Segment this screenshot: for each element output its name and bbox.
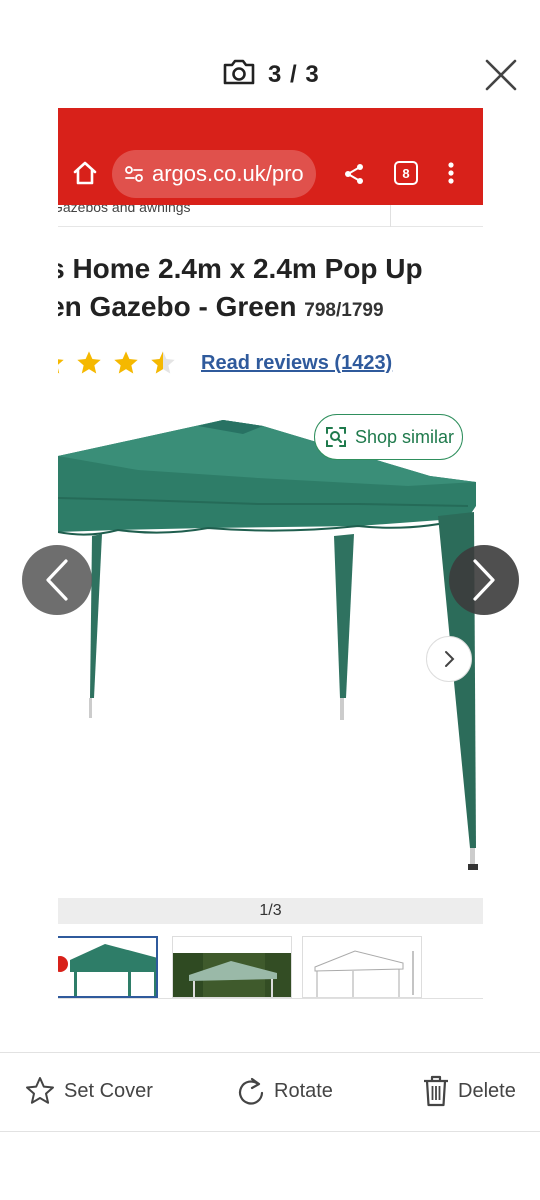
star-half-icon — [151, 351, 175, 374]
shop-similar-label: Shop similar — [355, 426, 455, 447]
share-icon — [345, 164, 363, 184]
gazebo-thumbnail-image — [58, 938, 156, 996]
chevron-left-icon — [46, 559, 68, 601]
star-icon — [58, 359, 64, 374]
delete-button[interactable]: Delete — [422, 1075, 516, 1107]
product-title-line-2-text: den Gazebo - Green — [58, 291, 297, 322]
thumbnail-2[interactable] — [172, 936, 292, 998]
more-menu-button[interactable] — [446, 160, 456, 186]
dimensions-thumbnail-image — [303, 937, 421, 997]
image-counter: 1/3 — [58, 898, 483, 924]
breadcrumb: Gazebos and awnings — [58, 205, 483, 227]
chevron-right-icon — [445, 651, 455, 667]
rotate-button[interactable]: Rotate — [236, 1075, 333, 1107]
shop-similar-button[interactable]: Shop similar — [314, 414, 463, 460]
star-rating — [58, 348, 186, 378]
read-reviews-link[interactable]: Read reviews (1423) — [201, 352, 392, 375]
divider — [390, 205, 391, 227]
thumbnail-strip — [58, 934, 483, 1000]
product-title-line-1: os Home 2.4m x 2.4m Pop Up — [58, 253, 423, 284]
home-icon — [73, 161, 97, 185]
product-title-line-2: den Gazebo - Green 798/1799 — [58, 288, 483, 330]
browser-toolbar: argos.co.uk/pro 8 — [58, 108, 483, 205]
camera-icon — [222, 58, 256, 91]
trash-icon — [424, 1075, 448, 1107]
photo-viewer: 3 / 3 argos.co.uk/pro 8 Gazebos and awni… — [0, 0, 540, 1200]
screenshot-image: argos.co.uk/pro 8 Gazebos and awnings os… — [58, 108, 483, 1023]
gazebo-product-image[interactable] — [58, 408, 483, 878]
rotate-icon — [238, 1077, 264, 1105]
breadcrumb-text: Gazebos and awnings — [58, 205, 191, 215]
chevron-right-icon — [473, 559, 495, 601]
home-button[interactable] — [72, 160, 98, 186]
star-icon — [114, 351, 138, 374]
set-cover-button[interactable]: Set Cover — [24, 1075, 153, 1107]
delete-label: Delete — [458, 1079, 516, 1102]
site-settings-icon — [125, 166, 143, 182]
thumbnail-3[interactable] — [302, 936, 422, 998]
more-vertical-icon — [448, 162, 454, 184]
photo-counter-text: 3 / 3 — [268, 60, 320, 88]
bottom-toolbar: Set Cover Rotate Delete — [0, 1052, 540, 1132]
star-icon — [77, 351, 101, 374]
rotate-label: Rotate — [274, 1079, 333, 1102]
address-bar[interactable]: argos.co.uk/pro — [112, 150, 316, 198]
visual-search-icon — [326, 427, 346, 447]
garden-thumbnail-image — [173, 937, 291, 997]
next-photo-button[interactable] — [449, 545, 519, 615]
star-outline-icon — [26, 1077, 54, 1104]
viewer-header: 3 / 3 — [0, 40, 540, 110]
url-text: argos.co.uk/pro — [152, 161, 304, 186]
set-cover-label: Set Cover — [64, 1079, 153, 1102]
product-code: 798/1799 — [304, 300, 384, 321]
close-icon — [485, 59, 517, 91]
previous-photo-button[interactable] — [22, 545, 92, 615]
divider — [58, 998, 483, 999]
tab-switcher-button[interactable]: 8 — [394, 161, 418, 185]
photo-counter: 3 / 3 — [222, 58, 320, 91]
close-button[interactable] — [482, 56, 520, 94]
share-button[interactable] — [342, 162, 366, 186]
image-next-button[interactable] — [426, 636, 472, 682]
thumbnail-1[interactable] — [58, 936, 158, 998]
product-title: os Home 2.4m x 2.4m Pop Up den Gazebo - … — [58, 250, 483, 330]
